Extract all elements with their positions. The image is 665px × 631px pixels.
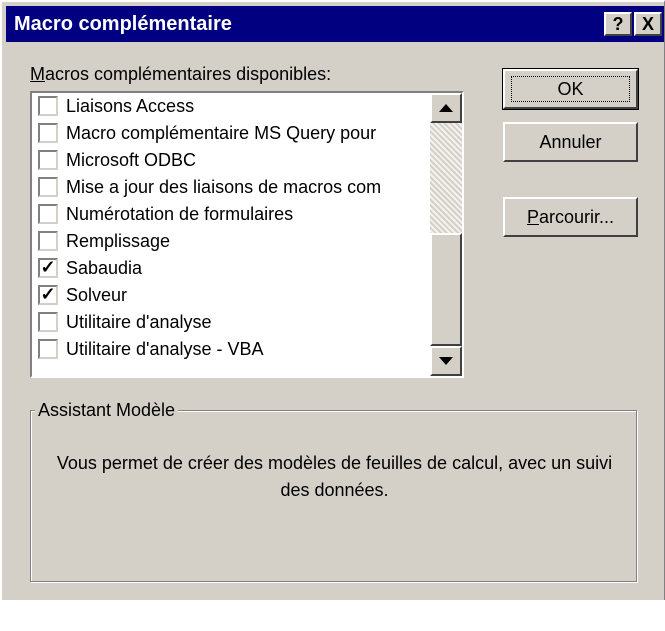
addins-dialog: Macro complémentaire ? X Macros compléme… (0, 0, 665, 631)
checkbox[interactable] (38, 231, 58, 251)
list-item-label: Sabaudia (66, 258, 143, 278)
checkbox[interactable] (38, 150, 58, 170)
title-bar: Macro complémentaire ? X (6, 6, 664, 42)
list-item[interactable]: Macro complémentaire MS Query pour (36, 120, 432, 147)
list-item-label: Macro complémentaire MS Query pour (66, 123, 377, 143)
list-item[interactable]: Remplissage (36, 228, 432, 255)
list-item[interactable]: Mise a jour des liaisons de macros com (36, 174, 432, 201)
list-item[interactable]: ✓ Sabaudia (36, 255, 432, 282)
window-title: Macro complémentaire (14, 13, 232, 35)
addins-list-label-accel: M (30, 64, 45, 84)
down-arrow-icon (439, 357, 453, 365)
addins-listbox[interactable]: Liaisons Access Macro complémentaire MS … (30, 91, 464, 378)
list-item-label: Numérotation de formulaires (66, 204, 294, 224)
checkbox[interactable] (38, 312, 58, 332)
checkbox[interactable] (38, 177, 58, 197)
list-item-label: Liaisons Access (66, 96, 195, 116)
list-item[interactable]: Liaisons Access (36, 93, 432, 120)
scroll-down-button[interactable] (430, 346, 462, 376)
addins-list-label-text: acros complémentaires disponibles: (45, 64, 332, 84)
addin-description: Vous permet de créer des modèles de feui… (56, 453, 613, 500)
browse-button-label: arcourir... (538, 207, 615, 227)
list-item-label: Microsoft ODBC (66, 150, 197, 170)
help-button[interactable]: ? (604, 12, 632, 36)
list-item-label: Solveur (66, 285, 128, 305)
checkbox[interactable] (38, 204, 58, 224)
list-item[interactable]: ✓ Solveur (36, 282, 432, 309)
vertical-scrollbar[interactable] (430, 93, 462, 376)
list-item[interactable]: Numérotation de formulaires (36, 201, 432, 228)
close-button[interactable]: X (634, 12, 662, 36)
addins-list-label: Macros complémentaires disponibles: (30, 64, 331, 85)
browse-button-accel: P (526, 207, 539, 227)
checkbox[interactable]: ✓ (38, 258, 58, 278)
up-arrow-icon (439, 104, 453, 112)
list-item-label: Utilitaire d'analyse - VBA (66, 339, 264, 359)
checkbox[interactable] (38, 96, 58, 116)
checkbox[interactable] (38, 339, 58, 359)
list-item[interactable]: Microsoft ODBC (36, 147, 432, 174)
background-area (0, 600, 665, 631)
list-item-label: Mise a jour des liaisons de macros com (66, 177, 382, 197)
cancel-button-label: Annuler (539, 132, 602, 152)
list-item-label: Remplissage (66, 231, 171, 251)
ok-button[interactable]: OK (502, 68, 639, 110)
groupbox-title: Assistant Modèle (35, 399, 179, 421)
checkbox[interactable]: ✓ (38, 285, 58, 305)
browse-button[interactable]: Parcourir... (503, 197, 638, 237)
checkbox[interactable] (38, 123, 58, 143)
scroll-up-button[interactable] (430, 93, 462, 123)
list-item[interactable]: Utilitaire d'analyse (36, 309, 432, 336)
cancel-button[interactable]: Annuler (503, 122, 638, 162)
list-item-label: Utilitaire d'analyse (66, 312, 212, 332)
focus-ring (511, 76, 630, 102)
list-item[interactable]: Utilitaire d'analyse - VBA (36, 336, 432, 363)
scroll-thumb[interactable] (430, 233, 462, 346)
